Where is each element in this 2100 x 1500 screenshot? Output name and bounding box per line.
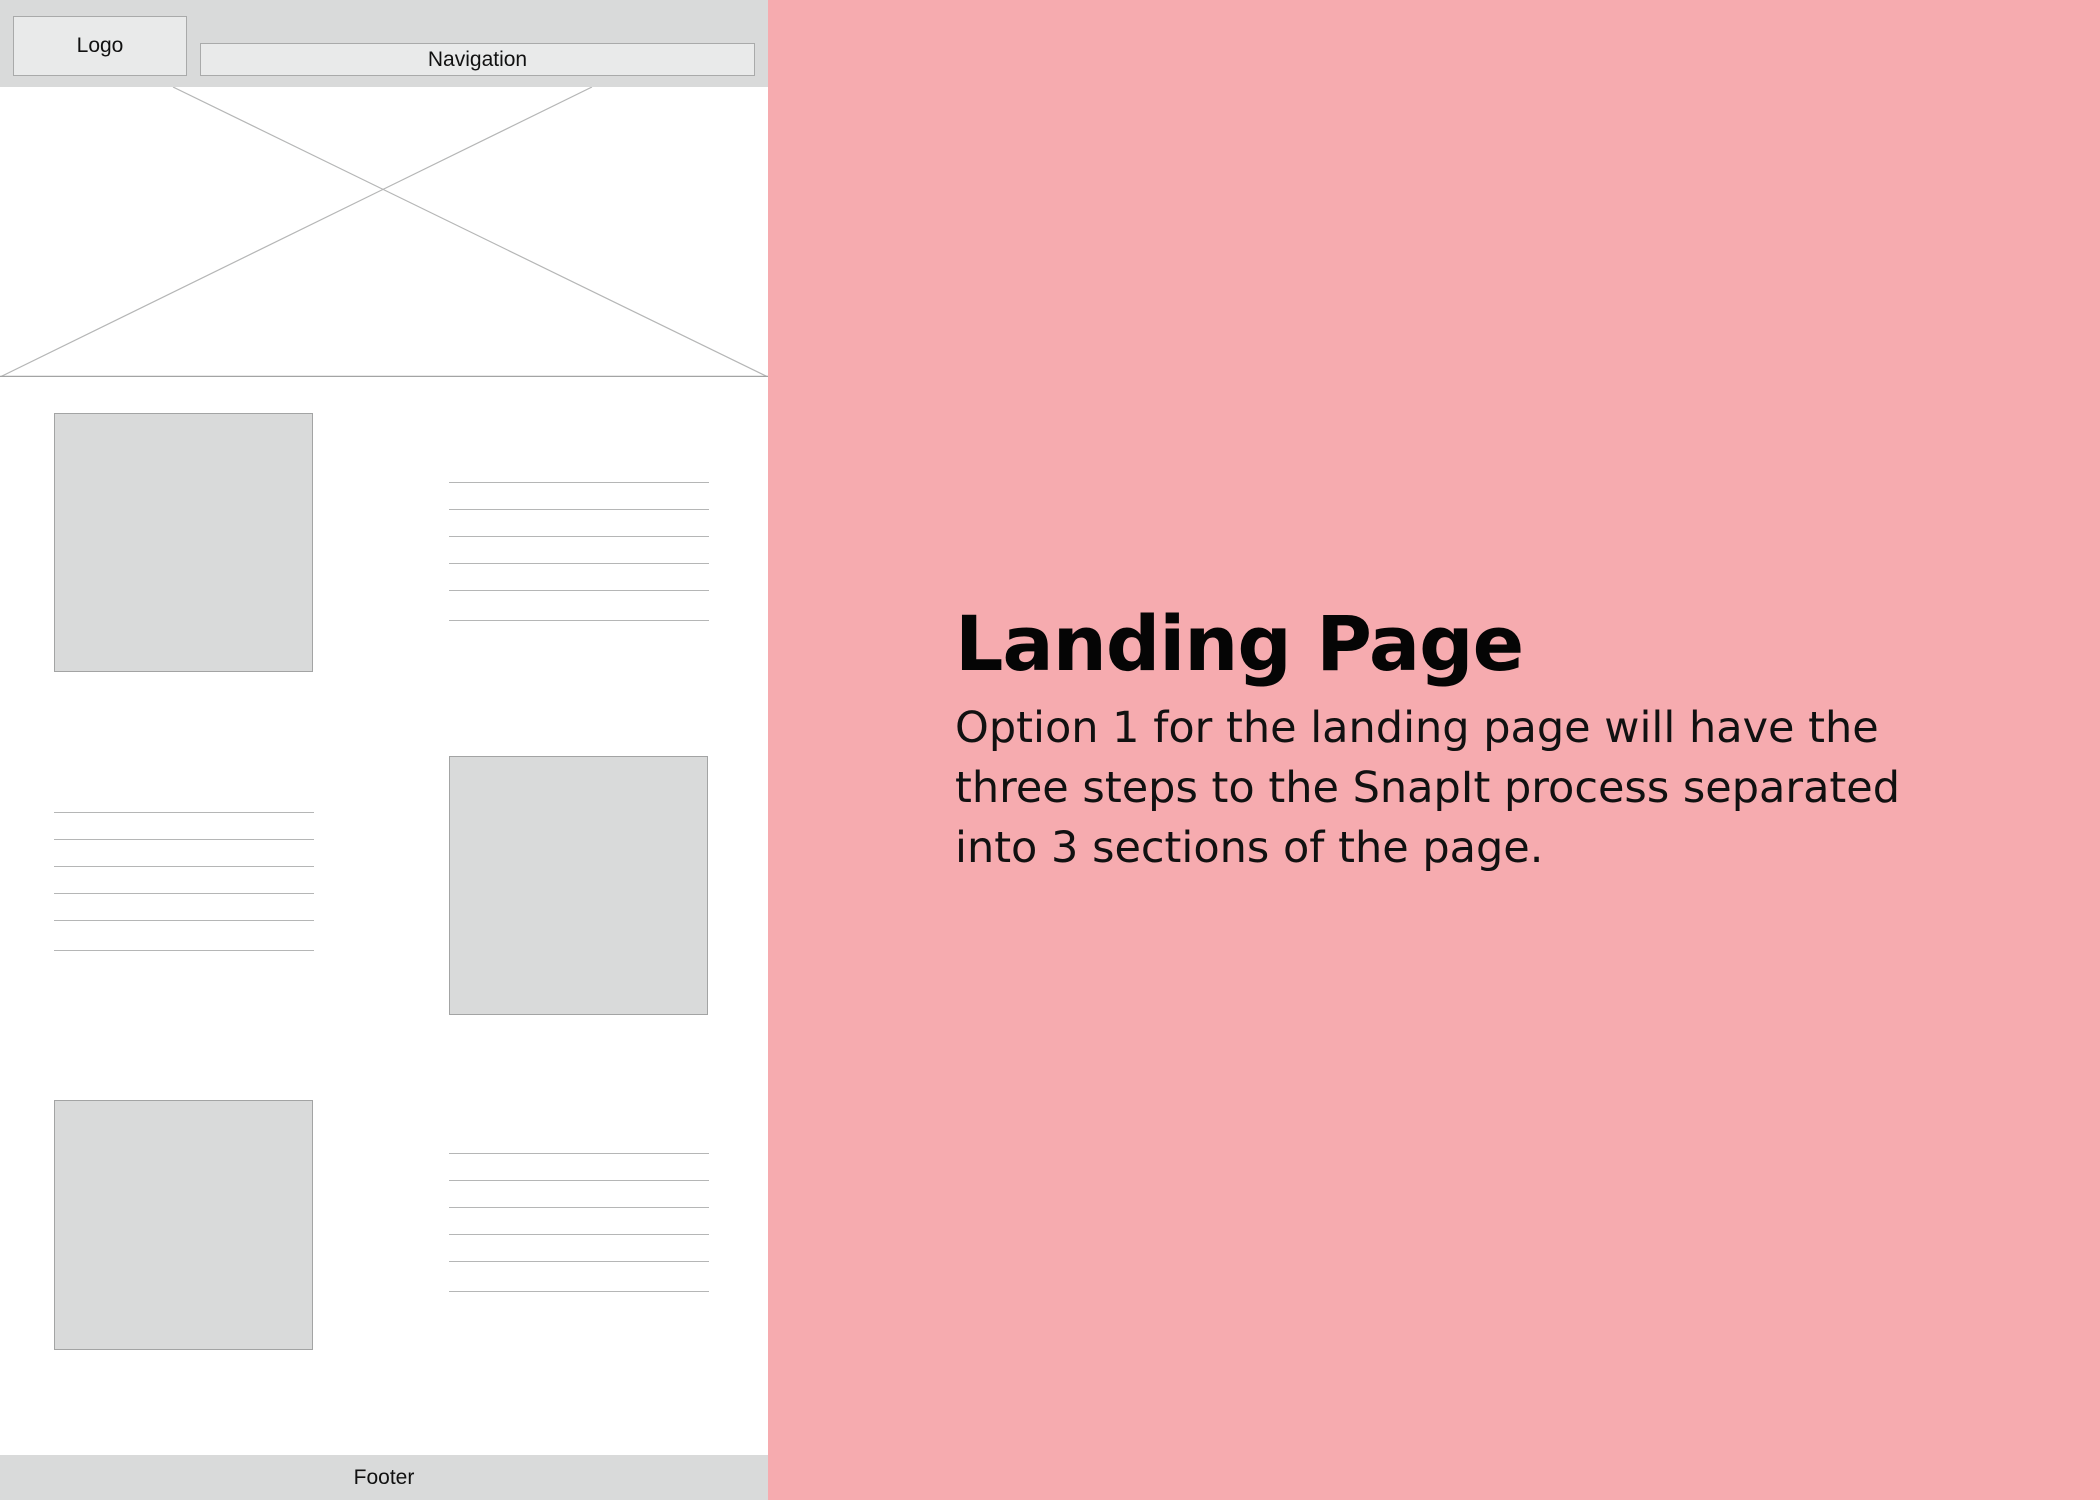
- text-line: [449, 482, 709, 483]
- page-title: Landing Page: [955, 599, 1524, 688]
- logo-label: Logo: [76, 34, 124, 57]
- text-line: [449, 1261, 709, 1262]
- text-line: [54, 950, 314, 951]
- text-line: [54, 839, 314, 840]
- section-2-text-placeholder: [54, 812, 314, 952]
- section-1-text-placeholder: [449, 482, 709, 622]
- wireframe-header: Logo Navigation: [0, 0, 768, 87]
- section-3-text-placeholder: [449, 1153, 709, 1293]
- text-line: [449, 509, 709, 510]
- text-line: [449, 1207, 709, 1208]
- text-line: [54, 920, 314, 921]
- wireframe-panel: Logo Navigation Footer: [0, 0, 768, 1500]
- description-text: Option 1 for the landing page will have …: [955, 703, 1901, 873]
- description-panel: Landing Page Option 1 for the landing pa…: [955, 598, 1955, 878]
- hero-image-placeholder: [0, 87, 768, 377]
- text-line: [449, 1291, 709, 1292]
- section-3-image-placeholder: [54, 1100, 313, 1350]
- text-line: [449, 536, 709, 537]
- text-line: [449, 1234, 709, 1235]
- text-line: [54, 866, 314, 867]
- section-2-image-placeholder: [449, 756, 708, 1015]
- logo-placeholder: Logo: [13, 16, 187, 76]
- navigation-label: Navigation: [427, 47, 528, 71]
- text-line: [54, 893, 314, 894]
- text-line: [449, 1180, 709, 1181]
- footer-label: Footer: [353, 1465, 415, 1489]
- text-line: [449, 563, 709, 564]
- wireframe-footer: Footer: [0, 1455, 768, 1500]
- hero-cross-icon: [0, 87, 768, 377]
- text-line: [449, 590, 709, 591]
- text-line: [54, 812, 314, 813]
- section-1-image-placeholder: [54, 413, 313, 672]
- text-line: [449, 620, 709, 621]
- navigation-placeholder: Navigation: [200, 43, 755, 76]
- text-line: [449, 1153, 709, 1154]
